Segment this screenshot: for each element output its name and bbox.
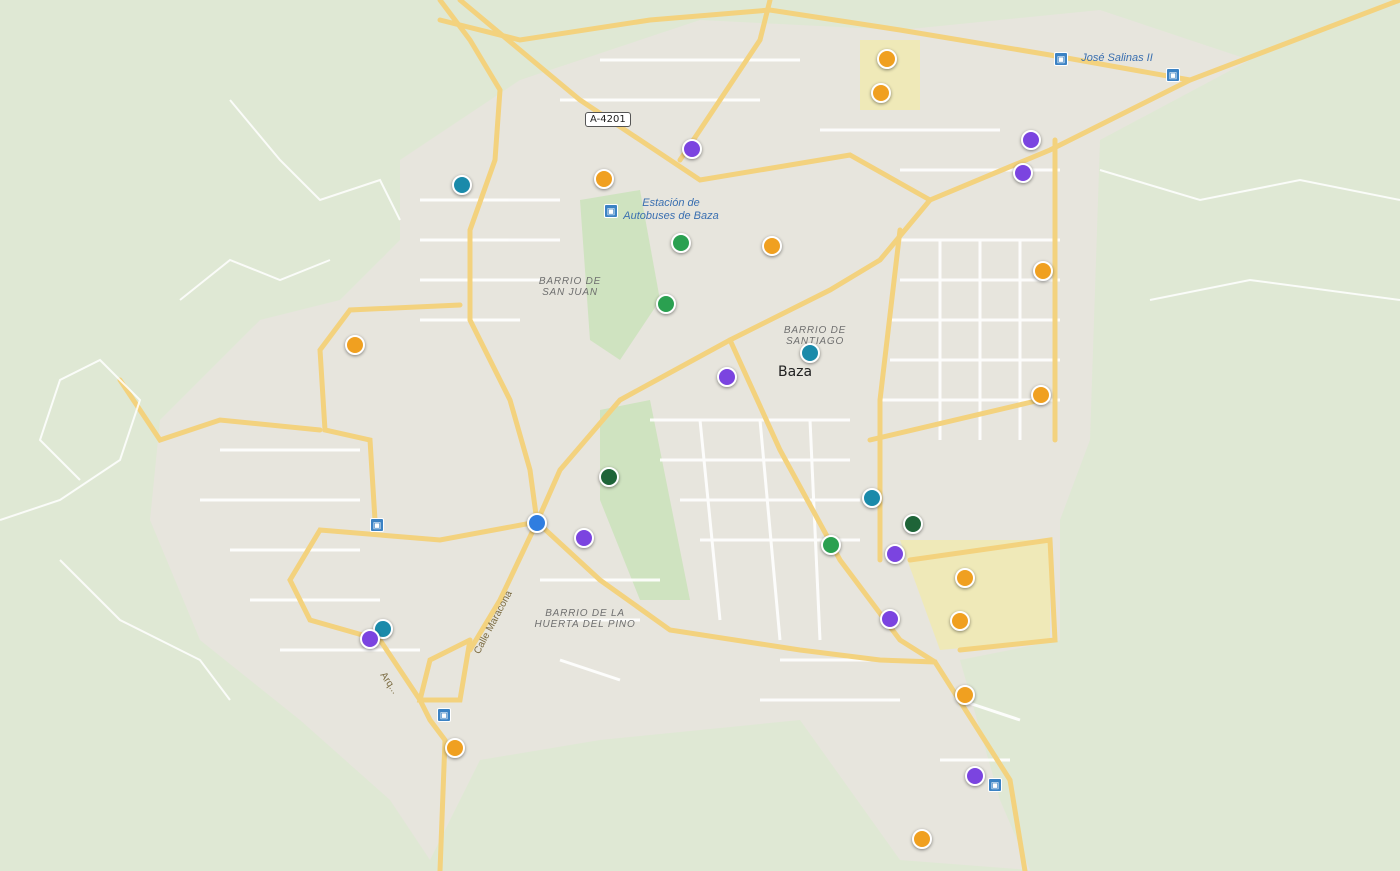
urban-area	[150, 10, 1250, 870]
map-marker-orange[interactable]	[950, 611, 970, 631]
jose-salinas-label[interactable]: José Salinas II	[1072, 52, 1162, 65]
map-marker-purple[interactable]	[1013, 163, 1033, 183]
bus-icon[interactable]: ▣	[370, 518, 384, 532]
map-canvas[interactable]: Baza A-4201 Estación de Autobuses de Baz…	[0, 0, 1400, 871]
map-marker-teal[interactable]	[452, 175, 472, 195]
map-marker-orange[interactable]	[1033, 261, 1053, 281]
map-marker-dark-green[interactable]	[903, 514, 923, 534]
map-marker-purple[interactable]	[574, 528, 594, 548]
bus-icon[interactable]: ▣	[988, 778, 1002, 792]
map-marker-orange[interactable]	[955, 568, 975, 588]
bus-icon[interactable]: ▣	[437, 708, 451, 722]
map-marker-teal[interactable]	[800, 343, 820, 363]
map-marker-teal[interactable]	[862, 488, 882, 508]
map-marker-orange[interactable]	[1031, 385, 1051, 405]
map-marker-orange[interactable]	[871, 83, 891, 103]
bus-station-label[interactable]: Estación de Autobuses de Baza	[616, 197, 726, 223]
map-marker-orange[interactable]	[877, 49, 897, 69]
city-label: Baza	[778, 364, 813, 380]
bus-icon[interactable]: ▣	[1166, 68, 1180, 82]
map-basemap	[0, 0, 1400, 871]
map-marker-purple[interactable]	[885, 544, 905, 564]
map-marker-purple[interactable]	[717, 367, 737, 387]
map-marker-orange[interactable]	[762, 236, 782, 256]
bus-icon[interactable]: ▣	[1054, 52, 1068, 66]
map-marker-purple[interactable]	[965, 766, 985, 786]
map-marker-purple[interactable]	[880, 609, 900, 629]
map-marker-orange[interactable]	[594, 169, 614, 189]
map-marker-purple[interactable]	[682, 139, 702, 159]
map-marker-dark-green[interactable]	[599, 467, 619, 487]
map-marker-blue[interactable]	[527, 513, 547, 533]
map-marker-orange[interactable]	[912, 829, 932, 849]
map-marker-purple[interactable]	[1021, 130, 1041, 150]
bus-icon[interactable]: ▣	[604, 204, 618, 218]
map-marker-green[interactable]	[821, 535, 841, 555]
map-marker-purple[interactable]	[360, 629, 380, 649]
map-marker-orange[interactable]	[445, 738, 465, 758]
map-marker-orange[interactable]	[955, 685, 975, 705]
map-marker-orange[interactable]	[345, 335, 365, 355]
map-marker-green[interactable]	[656, 294, 676, 314]
map-marker-green[interactable]	[671, 233, 691, 253]
road-shield: A-4201	[585, 112, 631, 127]
